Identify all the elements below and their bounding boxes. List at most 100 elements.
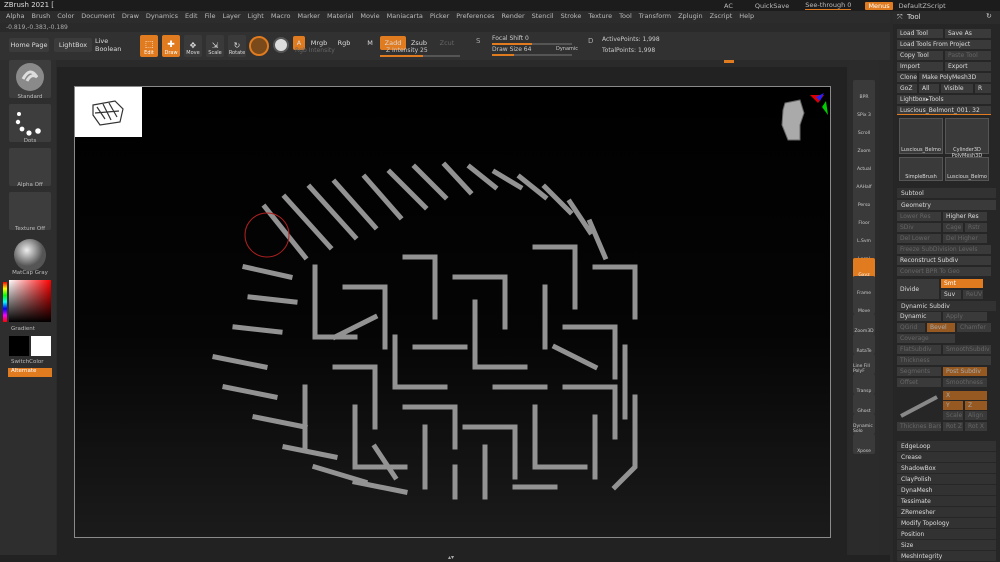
tool-thumb-polymesh3d[interactable]: PolyMesh3D	[945, 139, 989, 159]
all-button[interactable]: All	[919, 84, 939, 93]
current-tool-slider[interactable]: Luscious_Belmont_001. 32	[897, 106, 991, 115]
shelf-gxyz-button[interactable]: Gxyz	[853, 258, 875, 278]
navigator-thumbnail[interactable]	[75, 87, 142, 137]
lightbox-button[interactable]: LightBox	[54, 38, 92, 52]
document-canvas[interactable]	[74, 86, 831, 538]
post-subdiv-toggle[interactable]: Post Subdiv	[943, 367, 987, 376]
menu-preferences[interactable]: Preferences	[456, 12, 494, 22]
rot-x-slider[interactable]: Rot X	[965, 422, 987, 431]
flat-subdiv-slider[interactable]: FlatSubdiv	[897, 345, 941, 354]
focal-shift-track[interactable]	[492, 43, 572, 45]
scale-slider[interactable]: Scale	[943, 411, 963, 420]
hue-strip[interactable]	[3, 282, 7, 322]
menu-draw[interactable]: Draw	[122, 12, 139, 22]
menu-stencil[interactable]: Stencil	[532, 12, 554, 22]
shelf-actual-button[interactable]: Actual	[853, 152, 875, 172]
scroll-marker[interactable]	[724, 60, 734, 63]
shelf-bpr-button[interactable]: BPR	[853, 80, 875, 100]
draw-button[interactable]: ✚ Draw	[162, 35, 180, 57]
lower-res-button[interactable]: Lower Res	[897, 212, 941, 221]
switchcolor-button[interactable]: SwitchColor	[11, 359, 55, 365]
quicksave-button[interactable]: QuickSave	[755, 2, 789, 10]
shelf-scroll-button[interactable]: Scroll	[853, 116, 875, 136]
scale-button[interactable]: ⇲ Scale	[206, 35, 224, 57]
suv-toggle[interactable]: Suv	[941, 290, 961, 299]
menu-layer[interactable]: Layer	[222, 12, 240, 22]
section-tessimate[interactable]: Tessimate	[897, 496, 996, 506]
thickness-slider[interactable]: Thickness	[897, 356, 991, 365]
live-boolean-button[interactable]: Live Boolean	[95, 37, 135, 53]
x-toggle[interactable]: X	[943, 391, 987, 400]
tool-thumb-luscious[interactable]: Luscious_Belmo	[899, 118, 943, 154]
shelf-frame-button[interactable]: Frame	[853, 276, 875, 296]
subtool-section[interactable]: Subtool	[897, 188, 996, 198]
qgrid-slider[interactable]: QGrid	[897, 323, 925, 332]
menu-material[interactable]: Material	[327, 12, 353, 22]
coverage-slider[interactable]: Coverage	[897, 334, 955, 343]
smooth-subdiv-slider[interactable]: SmoothSubdiv	[943, 345, 991, 354]
shelf-line-fill-polyf-button[interactable]: Line Fill PolyF	[853, 354, 875, 374]
menu-marker[interactable]: Marker	[297, 12, 319, 22]
home-page-button[interactable]: Home Page	[9, 38, 49, 52]
expand-bottom-icon[interactable]: ▴▾	[448, 554, 454, 561]
smoothness-slider[interactable]: Smoothness	[943, 378, 987, 387]
sdiv-slider[interactable]: SDiv	[897, 223, 941, 232]
z-toggle[interactable]: Z	[965, 401, 987, 410]
load-tool-button[interactable]: Load Tool	[897, 29, 943, 38]
goz-button[interactable]: GoZ	[897, 84, 917, 93]
section-dynamesh[interactable]: DynaMesh	[897, 485, 996, 495]
section-crease[interactable]: Crease	[897, 452, 996, 462]
section-claypolish[interactable]: ClayPolish	[897, 474, 996, 484]
dynamic-subdiv-section[interactable]: Dynamic Subdiv	[897, 301, 996, 311]
tool-pin-icon[interactable]: ⤧	[897, 13, 903, 22]
freeze-subdiv-button[interactable]: Freeze SubDivision Levels	[897, 245, 991, 254]
offset-slider[interactable]: Offset	[897, 378, 941, 387]
draw-size-slider[interactable]: Draw Size 64	[492, 46, 531, 53]
menu-render[interactable]: Render	[501, 12, 524, 22]
d-toggle-icon[interactable]: D	[588, 37, 593, 46]
menu-edit[interactable]: Edit	[185, 12, 198, 22]
menu-tool[interactable]: Tool	[619, 12, 632, 22]
higher-res-button[interactable]: Higher Res	[943, 212, 987, 221]
export-button[interactable]: Export	[945, 62, 991, 71]
visible-button[interactable]: Visible	[941, 84, 973, 93]
copy-tool-button[interactable]: Copy Tool	[897, 51, 943, 60]
dynamic-toggle[interactable]: Dynamic	[556, 46, 578, 52]
shelf-spix-3-button[interactable]: SPix 3	[853, 98, 875, 118]
alpha-selector[interactable]	[9, 148, 51, 186]
navigation-head-icon[interactable]	[781, 93, 828, 141]
shelf-zoom3d-button[interactable]: Zoom3D	[853, 314, 875, 334]
focal-shift-slider[interactable]: Focal Shift 0	[492, 35, 529, 42]
shelf-rotate-button[interactable]: RotaTe	[853, 334, 875, 354]
shelf-aahalf-button[interactable]: AAHalf	[853, 170, 875, 190]
menu-maniacarta[interactable]: Maniacarta	[387, 12, 423, 22]
save-as-button[interactable]: Save As	[945, 29, 991, 38]
material-selector[interactable]	[9, 236, 51, 274]
color-picker-icon[interactable]	[273, 37, 289, 53]
section-shadowbox[interactable]: ShadowBox	[897, 463, 996, 473]
menu-texture[interactable]: Texture	[588, 12, 612, 22]
shelf-transp-button[interactable]: Transp	[853, 374, 875, 394]
shelf-floor-button[interactable]: Floor	[853, 206, 875, 226]
menu-zscript[interactable]: Zscript	[710, 12, 733, 22]
import-button[interactable]: Import	[897, 62, 943, 71]
menus-toggle[interactable]: Menus	[865, 1, 893, 10]
tool-thumb-simplebrush[interactable]: SimpleBrush	[899, 157, 943, 181]
menu-movie[interactable]: Movie	[360, 12, 379, 22]
menu-dynamics[interactable]: Dynamics	[146, 12, 178, 22]
convert-bpr-button[interactable]: Convert BPR To Geo	[897, 267, 991, 276]
segments-slider[interactable]: Segments	[897, 367, 941, 376]
section-zremesher[interactable]: ZRemesher	[897, 507, 996, 517]
s-toggle-icon[interactable]: S	[476, 37, 488, 55]
menu-zplugin[interactable]: Zplugin	[678, 12, 703, 22]
section-edgeloop[interactable]: EdgeLoop	[897, 441, 996, 451]
rot-z-slider[interactable]: Rot Z	[943, 422, 963, 431]
menu-alpha[interactable]: Alpha	[6, 12, 24, 22]
paste-tool-button[interactable]: Paste Tool	[945, 51, 991, 60]
menu-color[interactable]: Color	[57, 12, 74, 22]
divide-button[interactable]: Divide	[897, 279, 939, 299]
load-tools-from-project-button[interactable]: Load Tools From Project	[897, 40, 991, 49]
brush-selector[interactable]	[9, 60, 51, 98]
shelf-xpose-button[interactable]: Xpose	[853, 434, 875, 454]
del-higher-button[interactable]: Del Higher	[943, 234, 987, 243]
